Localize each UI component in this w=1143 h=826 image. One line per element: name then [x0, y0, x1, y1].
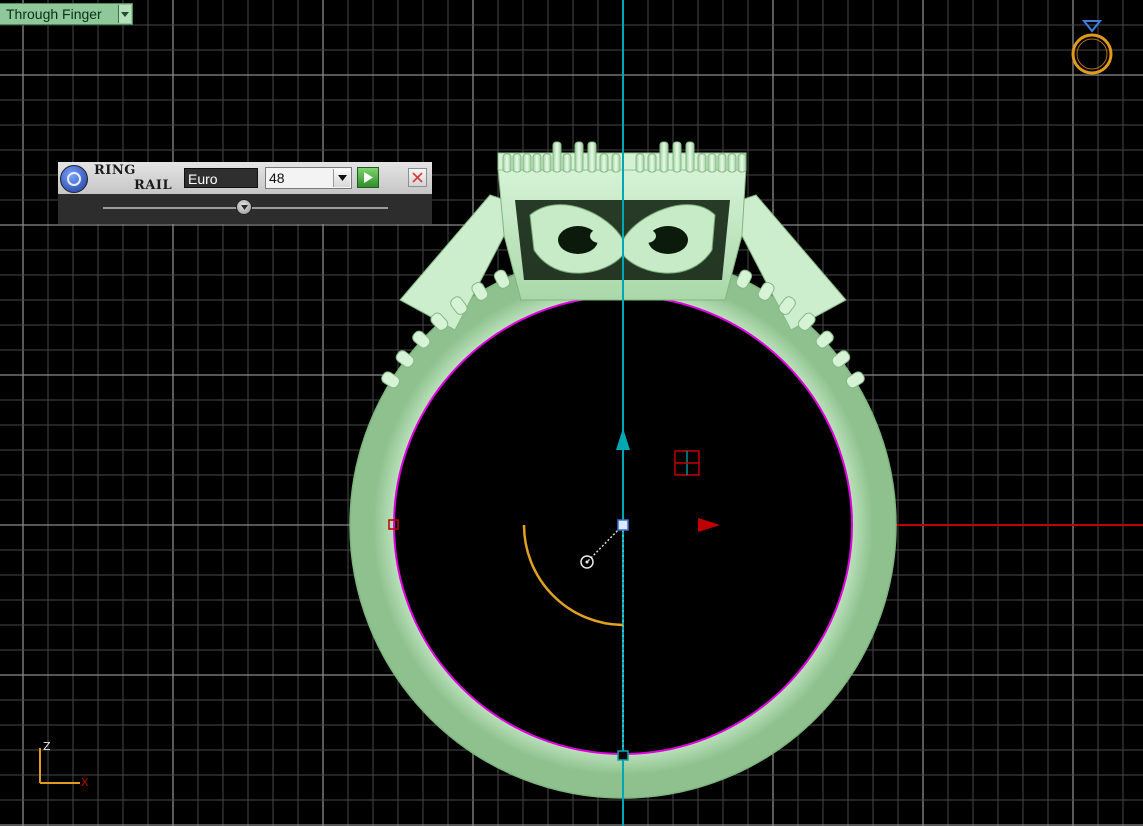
ring-rail-title-line2: RAIL: [134, 178, 173, 193]
ring-rail-logo-icon: [60, 165, 88, 193]
viewport-canvas[interactable]: Z X: [0, 0, 1143, 826]
ring-rail-title-line1: RING: [94, 163, 136, 178]
play-icon: [364, 172, 373, 183]
center-control-point[interactable]: [617, 519, 629, 531]
view-mode-text: Through Finger: [6, 6, 102, 22]
ring-rail-panel: RING RAIL Euro 48: [58, 162, 432, 224]
bottom-control-point[interactable]: [617, 750, 629, 761]
axis-triad: Z X: [39, 740, 89, 789]
ring-size-value: 48: [269, 170, 285, 186]
ring-thumbnail-icon[interactable]: [1071, 20, 1113, 75]
axis-x-label: X: [81, 776, 89, 789]
apply-button[interactable]: [357, 167, 379, 188]
chevron-down-icon[interactable]: [333, 169, 350, 187]
chevron-down-icon[interactable]: [118, 5, 131, 23]
axis-z-label: Z: [43, 740, 51, 753]
view-mode-label[interactable]: Through Finger: [0, 3, 133, 25]
close-button[interactable]: [408, 168, 427, 187]
close-icon: [412, 172, 423, 183]
slider-thumb-icon[interactable]: [236, 199, 252, 215]
3d-viewport[interactable]: Z X: [0, 0, 1143, 826]
ring-size-select[interactable]: 48: [265, 167, 352, 189]
ring-size-unit-field[interactable]: Euro: [184, 168, 258, 188]
